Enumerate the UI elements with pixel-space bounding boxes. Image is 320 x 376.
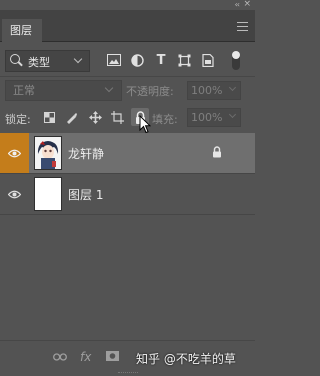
type-filter-icon[interactable]: T: [153, 52, 169, 68]
chevron-down-icon: [73, 54, 83, 64]
visibility-toggle[interactable]: [0, 133, 29, 173]
layer-lock-icon: [212, 146, 222, 161]
lock-artboard-icon[interactable]: [109, 109, 125, 125]
filter-kind-select[interactable]: 类型: [5, 50, 90, 72]
opacity-field[interactable]: 100%: [187, 81, 241, 100]
toggle-knob: [232, 51, 240, 59]
fill-value: 100%: [191, 111, 223, 124]
layers-list: 龙轩静 图层 1: [0, 133, 255, 340]
mouse-cursor-icon: [139, 115, 151, 134]
filter-toggle-switch[interactable]: [232, 51, 240, 70]
panel-menu-icon[interactable]: [237, 22, 248, 31]
chevron-down-icon: [228, 110, 237, 119]
lock-position-icon[interactable]: [87, 109, 103, 125]
layer-thumbnail: [34, 177, 62, 211]
lock-transparent-pixels-icon[interactable]: [41, 109, 57, 125]
blend-mode-label: 正常: [13, 84, 35, 97]
layers-bottom-toolbar: fx 知乎 @不吃羊的草: [0, 340, 255, 376]
layer-thumbnail: [34, 136, 62, 170]
fill-label: 填充:: [152, 113, 178, 126]
adjustment-filter-icon[interactable]: [129, 52, 145, 68]
add-mask-icon[interactable]: [106, 350, 119, 364]
layer-name[interactable]: 龙轩静: [68, 145, 104, 162]
tab-layers[interactable]: 图层: [2, 19, 42, 42]
opacity-value: 100%: [191, 84, 223, 97]
watermark-text: 知乎 @不吃羊的草: [136, 352, 236, 366]
resize-grip[interactable]: [118, 372, 138, 375]
image-filter-icon[interactable]: [106, 52, 122, 68]
layer-row[interactable]: 龙轩静: [0, 133, 255, 173]
chevron-down-icon: [104, 83, 114, 93]
filter-kind-label: 类型: [28, 56, 50, 69]
link-layers-icon[interactable]: [53, 350, 67, 364]
opacity-label: 不透明度:: [126, 85, 174, 98]
eye-icon: [8, 190, 21, 198]
lock-image-pixels-icon[interactable]: [63, 109, 79, 125]
lock-row: 锁定: 填充: 100%: [0, 106, 255, 130]
layer-row[interactable]: 图层 1: [0, 174, 255, 214]
eye-icon: [8, 149, 21, 157]
chevron-down-icon: [228, 83, 237, 92]
close-panel-icon[interactable]: ×: [243, 0, 251, 9]
collapse-panel-icon[interactable]: ‹‹: [235, 0, 241, 9]
smart-object-filter-icon[interactable]: [200, 52, 216, 68]
panel-top-strip: ‹‹ ×: [0, 0, 255, 10]
filter-row: 类型 T: [0, 48, 255, 74]
lock-label: 锁定:: [5, 113, 31, 126]
blend-row: 正常 不透明度: 100%: [0, 80, 255, 102]
row-divider: [0, 214, 255, 215]
visibility-toggle[interactable]: [0, 174, 29, 214]
shape-filter-icon[interactable]: [176, 52, 192, 68]
layer-style-fx-icon[interactable]: fx: [80, 350, 91, 364]
panel-tab-bar: 图层: [0, 10, 255, 42]
search-icon: [10, 54, 20, 64]
blend-mode-select[interactable]: 正常: [5, 80, 122, 101]
fill-field[interactable]: 100%: [187, 108, 241, 127]
divider: [0, 76, 255, 77]
layer-name[interactable]: 图层 1: [68, 186, 103, 203]
